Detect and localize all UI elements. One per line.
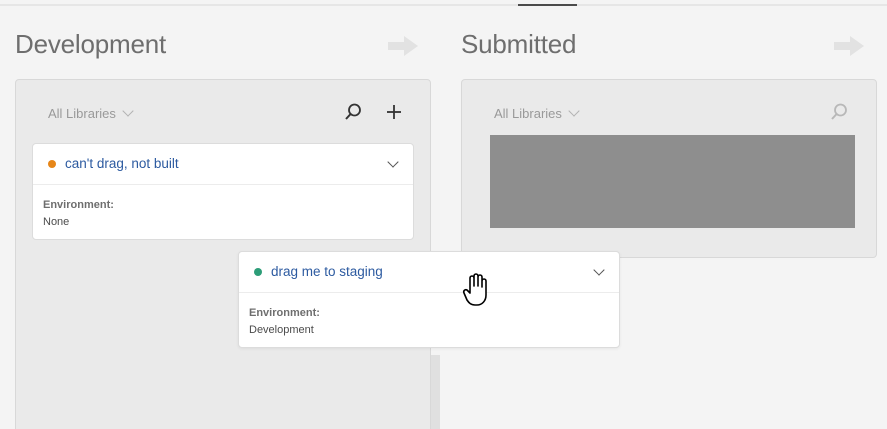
chevron-down-icon	[122, 105, 134, 117]
column-title-development: Development	[15, 29, 166, 59]
plus-icon	[387, 105, 401, 119]
card-header[interactable]: can't drag, not built	[33, 144, 413, 185]
top-divider	[0, 4, 887, 6]
library-card[interactable]: can't drag, not built Environment: None	[32, 143, 414, 240]
hand-grab-cursor-icon	[462, 273, 487, 306]
arrow-right-icon	[834, 36, 864, 56]
chevron-down-icon[interactable]	[387, 156, 399, 168]
environment-value: None	[43, 216, 70, 228]
search-icon	[831, 103, 847, 120]
search-button-development[interactable]	[342, 101, 364, 123]
status-dot	[254, 268, 262, 276]
search-icon	[345, 103, 361, 120]
status-dot	[48, 160, 56, 168]
environment-label: Environment:	[43, 199, 114, 211]
dragged-library-card[interactable]: drag me to staging Environment: Developm…	[238, 251, 620, 348]
card-header[interactable]: drag me to staging	[239, 252, 619, 293]
arrow-right-icon	[388, 36, 418, 56]
environment-label: Environment:	[249, 307, 320, 319]
panel-edge-shadow	[431, 355, 440, 429]
library-select-submitted[interactable]: All Libraries	[494, 105, 580, 121]
library-select-label: All Libraries	[494, 106, 562, 121]
drop-placeholder	[490, 135, 855, 228]
chevron-down-icon[interactable]	[593, 264, 605, 276]
active-tab-indicator	[518, 4, 577, 6]
library-select-label: All Libraries	[48, 106, 116, 121]
card-title[interactable]: can't drag, not built	[65, 156, 179, 171]
chevron-down-icon	[568, 105, 580, 117]
search-button-submitted[interactable]	[828, 101, 850, 123]
environment-value: Development	[249, 324, 314, 336]
library-select-development[interactable]: All Libraries	[48, 105, 134, 121]
add-button-development[interactable]	[383, 101, 405, 123]
card-title[interactable]: drag me to staging	[271, 264, 383, 279]
column-title-submitted: Submitted	[461, 29, 577, 59]
